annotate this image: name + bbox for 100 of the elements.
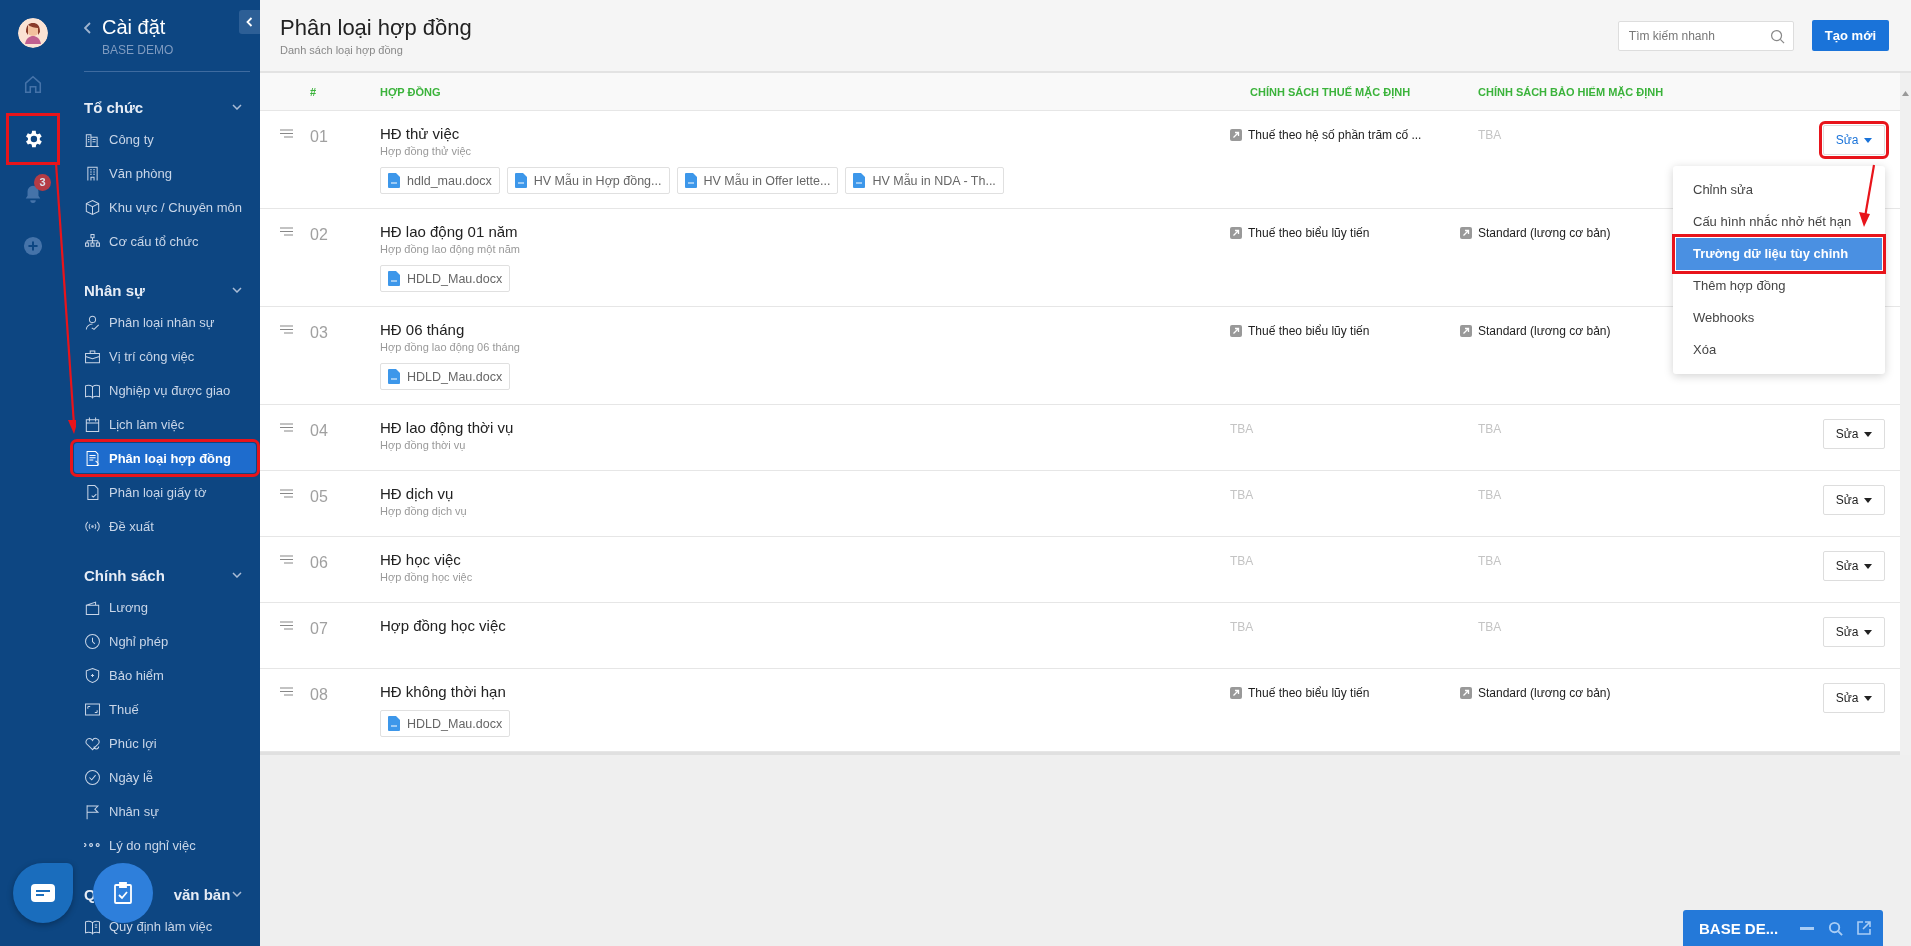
edit-dropdown-button[interactable]: Sửa — [1823, 485, 1885, 515]
file-attachment[interactable]: HDLD_Mau.docx — [380, 265, 511, 292]
sidebar-item[interactable]: Thuế — [74, 694, 256, 724]
section-title[interactable]: Chính sách — [84, 566, 165, 584]
file-icon — [853, 173, 866, 188]
annotation-arrow — [1858, 162, 1876, 228]
page-title: Phân loại hợp đồng — [280, 15, 473, 41]
section-title[interactable]: Nhân sự — [84, 281, 145, 299]
contract-name: HĐ thử việc — [380, 125, 461, 142]
sidebar-item[interactable]: Phân loại nhân sự — [74, 307, 256, 337]
bell-button[interactable]: 3 — [13, 174, 53, 214]
section-title[interactable]: Tổ chức — [84, 98, 144, 116]
row-number: 02 — [310, 225, 329, 245]
sidebar-item[interactable]: Lý do nghỉ việc — [74, 830, 256, 860]
menu-item[interactable]: Thêm hợp đồng — [1676, 270, 1882, 302]
collapse-button[interactable] — [239, 10, 260, 34]
sidebar-item[interactable]: Nghỉ phép — [74, 626, 256, 656]
chevron-icon[interactable] — [232, 891, 242, 897]
chat-widget-bar[interactable]: BASE DE... — [1683, 910, 1883, 946]
briefcase-icon — [84, 347, 101, 365]
sidebar-item[interactable]: Quy định làm việc — [74, 911, 256, 941]
file-icon — [684, 173, 697, 188]
avatar[interactable] — [18, 18, 48, 48]
contract-name: HĐ học việc — [380, 551, 462, 568]
minimize-icon[interactable] — [1800, 926, 1814, 930]
clipboard-check-icon — [114, 882, 132, 904]
insurance-policy-link[interactable]: Standard (lương cơ bản) — [1460, 686, 1611, 700]
column-header: CHÍNH SÁCH BẢO HIỂM MẶC ĐỊNH — [1477, 85, 1665, 98]
row-number: 05 — [310, 487, 329, 507]
sidebar-item[interactable]: Đề xuất — [74, 511, 256, 541]
chat-widget-title: BASE DE... — [1699, 919, 1780, 937]
caret-icon — [1864, 629, 1873, 635]
tax-policy-link[interactable]: Thuế theo hệ số phần trăm cố ... — [1230, 128, 1422, 142]
scroll-up-icon[interactable] — [1902, 91, 1909, 96]
menu-item[interactable]: Webhooks — [1676, 302, 1882, 334]
search-field[interactable]: Tìm kiếm nhanh — [1617, 20, 1794, 51]
file-attachment[interactable]: HV Mẫu in NDA - Th... — [845, 167, 1004, 194]
user-check-icon — [84, 313, 101, 331]
section-title[interactable]: văn bản — [173, 885, 231, 903]
edit-dropdown-button[interactable]: Sửa — [1823, 617, 1885, 647]
sidebar-item[interactable]: Nhân sự — [74, 796, 256, 826]
company-name: BASE DEMO — [102, 43, 174, 57]
contract-name: HĐ không thời hạn — [380, 683, 507, 700]
contract-name: HĐ 06 tháng — [380, 321, 466, 338]
caret-icon — [1864, 497, 1873, 503]
edit-dropdown-button[interactable]: Sửa — [1823, 683, 1885, 713]
sidebar-item[interactable]: Lương — [74, 592, 256, 622]
file-attachment[interactable]: HV Mẫu in Hợp đồng... — [506, 167, 670, 194]
column-header: # — [310, 85, 318, 98]
insurance-policy-link[interactable]: Standard (lương cơ bản) — [1460, 226, 1611, 240]
tax-policy-empty: TBA — [1230, 488, 1254, 502]
wallet-icon — [84, 598, 101, 616]
contract-description: Hợp đồng dịch vụ — [380, 505, 468, 517]
menu-item[interactable]: Xóa — [1676, 334, 1882, 366]
chevron-icon[interactable] — [232, 572, 242, 578]
file-icon — [388, 716, 400, 731]
sidebar-item[interactable]: Công ty — [74, 124, 256, 154]
tax-policy-link[interactable]: Thuế theo biểu lũy tiến — [1230, 686, 1370, 700]
sidebar-item[interactable]: Khu vực / Chuyên môn — [74, 192, 256, 222]
link-icon — [1230, 129, 1242, 141]
insurance-policy-empty: TBA — [1477, 422, 1502, 436]
tax-policy-empty: TBA — [1230, 422, 1254, 436]
sidebar-item[interactable]: Lịch làm việc — [74, 409, 256, 439]
column-header: CHÍNH SÁCH THUẾ MẶC ĐỊNH — [1249, 85, 1412, 98]
insurance-policy-link[interactable]: Standard (lương cơ bản) — [1460, 324, 1611, 338]
external-link-icon[interactable] — [1857, 921, 1871, 935]
settings-button[interactable] — [9, 116, 57, 162]
sidebar-item[interactable]: Văn phòng — [74, 158, 256, 188]
create-button[interactable]: Tạo mới — [1811, 20, 1889, 51]
file-attachment[interactable]: HV Mẫu in Offer lette... — [676, 167, 839, 194]
contract-description: Hợp đồng thử việc — [380, 145, 472, 157]
contract-name: HĐ dịch vụ — [380, 485, 455, 502]
insurance-policy-empty: TBA — [1477, 554, 1502, 568]
sidebar-item[interactable]: Ngày lễ — [74, 762, 256, 792]
tax-policy-link[interactable]: Thuế theo biểu lũy tiến — [1230, 324, 1370, 338]
file-icon — [388, 369, 400, 384]
org-chart-icon — [84, 232, 101, 250]
edit-dropdown-button[interactable]: Sửa — [1823, 551, 1885, 581]
file-attachment[interactable]: hdld_mau.docx — [380, 167, 500, 194]
insurance-policy-empty: TBA — [1477, 488, 1502, 502]
search-icon — [1769, 28, 1785, 44]
sidebar-item[interactable]: Phân loại giấy tờ — [74, 477, 256, 507]
sidebar-item[interactable]: Vị trí công việc — [74, 341, 256, 371]
file-attachment[interactable]: HDLD_Mau.docx — [380, 363, 511, 390]
menu-item[interactable]: Cấu hình nhắc nhở hết hạn — [1676, 206, 1882, 238]
menu-item[interactable]: Chỉnh sửa — [1676, 174, 1882, 206]
sidebar-item[interactable]: Bảo hiểm — [74, 660, 256, 690]
file-attachment[interactable]: HDLD_Mau.docx — [380, 710, 511, 737]
back-icon[interactable] — [84, 22, 92, 34]
calendar-icon — [84, 415, 101, 433]
search-icon[interactable] — [1828, 920, 1843, 936]
chevron-icon[interactable] — [232, 104, 242, 110]
edit-dropdown-button[interactable]: Sửa — [1823, 419, 1885, 449]
sidebar-item[interactable]: Nghiệp vụ được giao — [74, 375, 256, 405]
contract-name: Hợp đồng học việc — [380, 617, 507, 634]
chevron-icon[interactable] — [232, 287, 242, 293]
tax-policy-link[interactable]: Thuế theo biểu lũy tiến — [1230, 226, 1370, 240]
sidebar-item[interactable]: Phúc lợi — [74, 728, 256, 758]
contract-icon — [84, 449, 101, 467]
sidebar-item[interactable]: Cơ cấu tổ chức — [74, 226, 256, 256]
